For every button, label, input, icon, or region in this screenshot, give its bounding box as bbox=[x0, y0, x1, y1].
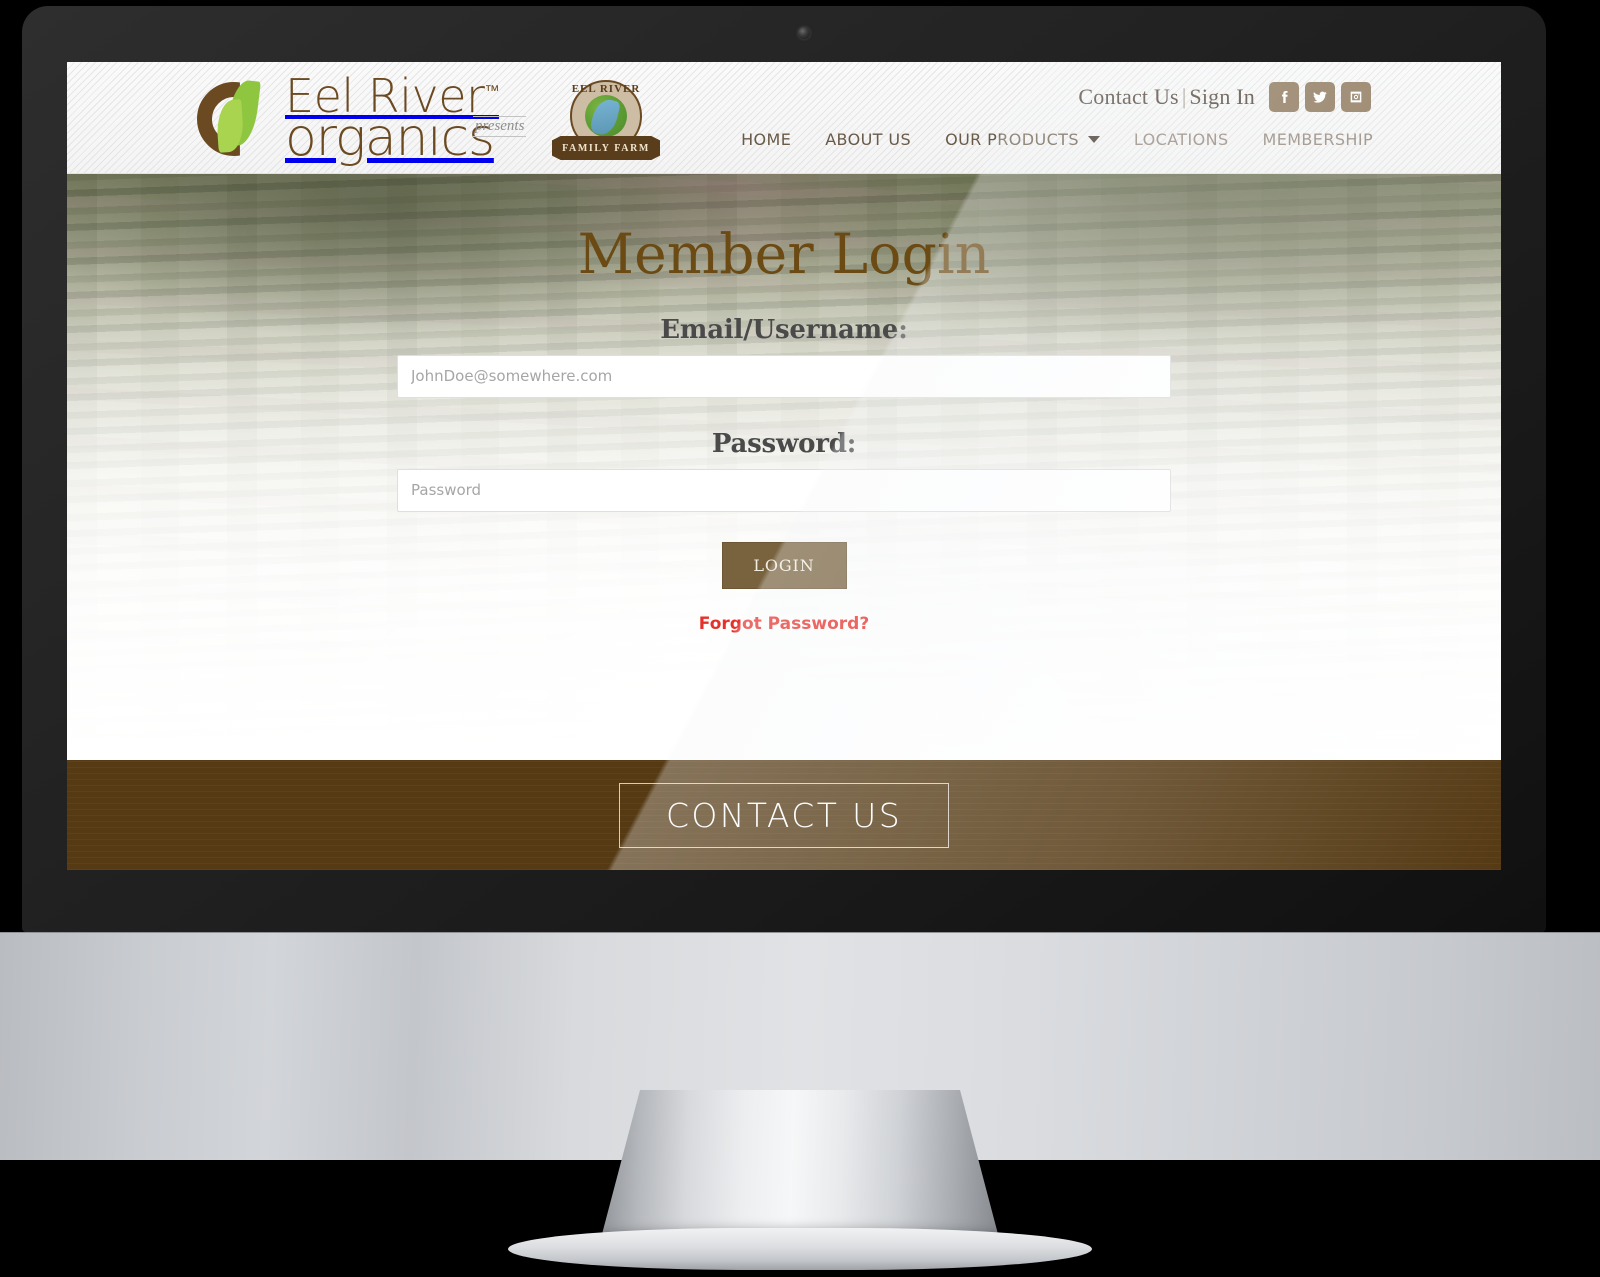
utility-links: Contact Us | Sign In bbox=[1078, 84, 1255, 110]
nav-item-membership[interactable]: MEMBERSHIP bbox=[1263, 130, 1373, 149]
hero-login-section: Member Login Email/Username: Password: L… bbox=[67, 174, 1501, 760]
farm-badge-logo[interactable]: EEL RIVER FAMILY FARM bbox=[552, 80, 660, 168]
badge-ribbon-text: FAMILY FARM bbox=[562, 142, 650, 154]
instagram-icon[interactable] bbox=[1341, 82, 1371, 112]
brand-logo[interactable]: Eel River™ organics bbox=[195, 73, 499, 169]
email-field-wrap bbox=[397, 354, 1171, 398]
screen-viewport: Eel River™ organics presents EEL RIVER F… bbox=[67, 62, 1501, 870]
password-field-label: Password: bbox=[711, 428, 857, 459]
nav-label: MEMBERSHIP bbox=[1262, 130, 1373, 149]
sign-in-link[interactable]: Sign In bbox=[1189, 84, 1255, 109]
nav-label: HOME bbox=[741, 130, 792, 149]
nav-item-home[interactable]: HOME bbox=[741, 130, 791, 149]
leaf-circle-icon bbox=[195, 76, 281, 162]
badge-arc-text: EEL RIVER bbox=[571, 83, 641, 95]
nav-item-locations[interactable]: LOCATIONS bbox=[1134, 130, 1229, 149]
brand-line-2: organics bbox=[285, 108, 495, 169]
brand-tm: ™ bbox=[484, 81, 499, 100]
utility-row: Contact Us | Sign In bbox=[1078, 82, 1371, 112]
presents-label: presents bbox=[473, 116, 527, 137]
email-field-label: Email/Username: bbox=[660, 314, 908, 345]
facebook-icon[interactable] bbox=[1269, 82, 1299, 112]
contact-us-link[interactable]: Contact Us bbox=[1078, 84, 1178, 109]
monitor-stand-base bbox=[508, 1228, 1092, 1270]
forgot-password-row: Forgot Password? bbox=[67, 589, 1501, 634]
page-title: Member Login bbox=[577, 222, 991, 286]
nav-label: OUR PRODUCTS bbox=[945, 130, 1079, 149]
twitter-icon[interactable] bbox=[1305, 82, 1335, 112]
login-button[interactable]: LOGIN bbox=[721, 541, 847, 589]
site-header: Eel River™ organics presents EEL RIVER F… bbox=[67, 62, 1501, 174]
chevron-down-icon bbox=[1087, 136, 1100, 143]
password-field-wrap bbox=[397, 468, 1171, 512]
badge-ribbon: FAMILY FARM bbox=[552, 136, 660, 160]
main-nav: HOME ABOUT US OUR PRODUCTS LOCATIONS MEM… bbox=[741, 130, 1373, 149]
forgot-password-link[interactable]: Forgot Password? bbox=[699, 614, 869, 634]
utility-separator: | bbox=[1181, 84, 1187, 109]
site-footer: CONTACT US bbox=[67, 760, 1501, 870]
nav-item-our-products[interactable]: OUR PRODUCTS bbox=[945, 130, 1100, 149]
brand-wordmark: Eel River™ organics bbox=[285, 73, 499, 169]
webcam-icon bbox=[798, 27, 810, 39]
social-row bbox=[1269, 82, 1371, 112]
nav-label: LOCATIONS bbox=[1133, 130, 1229, 149]
contact-us-button[interactable]: CONTACT US bbox=[618, 782, 950, 848]
brand-line-1: Eel River bbox=[285, 68, 485, 123]
email-input[interactable] bbox=[397, 354, 1171, 398]
nav-label: ABOUT US bbox=[825, 130, 912, 149]
login-form: Member Login Email/Username: Password: L… bbox=[67, 174, 1501, 634]
password-input[interactable] bbox=[397, 468, 1171, 512]
nav-item-about-us[interactable]: ABOUT US bbox=[825, 130, 911, 149]
